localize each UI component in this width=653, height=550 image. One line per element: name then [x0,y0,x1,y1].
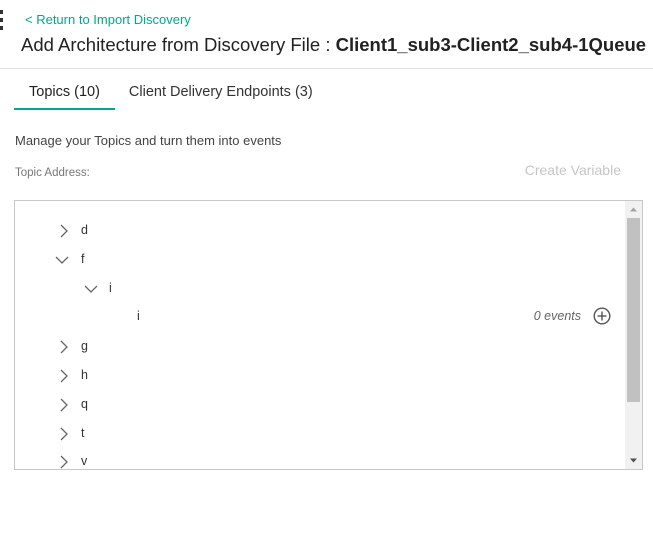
tree-node-label: g [81,339,88,353]
tree-node-label: i [109,281,112,295]
tab-client-delivery-endpoints[interactable]: Client Delivery Endpoints (3) [114,77,328,110]
chevron-right-icon[interactable] [57,455,71,469]
tree-node-label: f [81,252,85,266]
tree-scrollbar[interactable] [625,201,642,469]
header-divider [0,68,653,69]
tree-node-t[interactable]: t [15,423,627,445]
return-to-import-discovery-link[interactable]: < Return to Import Discovery [25,12,191,27]
page-title: Add Architecture from Discovery File : C… [21,34,646,56]
tree-node-h[interactable]: h [15,365,627,387]
tree-node-g[interactable]: g [15,336,627,358]
page-description: Manage your Topics and turn them into ev… [15,133,282,148]
tree-node-label: v [81,454,88,468]
tree-node-label: d [81,223,88,237]
tree-node-label: t [81,426,85,440]
scrollbar-thumb[interactable] [627,218,640,402]
add-circle-icon[interactable] [593,307,611,325]
chevron-right-icon[interactable] [57,427,71,441]
discovery-file-name: Client1_sub3-Client2_sub4-1Queue [335,34,647,55]
chevron-right-icon[interactable] [57,398,71,412]
tree-node-v[interactable]: v [15,451,627,469]
tree-node-q[interactable]: q [15,394,627,416]
chevron-down-icon[interactable] [84,282,98,296]
tree-node-f-i[interactable]: i [15,278,627,300]
chevron-right-icon[interactable] [57,369,71,383]
tree-node-label: i [137,309,140,323]
tab-bar: Topics (10) Client Delivery Endpoints (3… [14,77,328,110]
topic-tree: d f i i 0 events g h q t v [14,200,643,470]
tab-topics[interactable]: Topics (10) [14,77,115,110]
events-count: 0 events [533,309,581,323]
tree-node-f[interactable]: f [15,249,627,271]
page-title-prefix: Add Architecture from Discovery File : [21,34,336,55]
chevron-down-icon[interactable] [55,253,69,267]
scroll-down-arrow-icon[interactable] [625,452,642,469]
tree-leaf-f-i-i[interactable]: i 0 events [15,306,627,328]
create-variable-button[interactable]: Create Variable [525,162,621,178]
chevron-right-icon[interactable] [57,224,71,238]
tree-node-label: q [81,397,88,411]
topic-address-label: Topic Address: [15,167,90,179]
tree-node-d[interactable]: d [15,220,627,242]
chevron-right-icon[interactable] [57,340,71,354]
menu-icon[interactable] [0,10,3,34]
scroll-up-arrow-icon[interactable] [625,201,642,218]
tree-node-label: h [81,368,88,382]
